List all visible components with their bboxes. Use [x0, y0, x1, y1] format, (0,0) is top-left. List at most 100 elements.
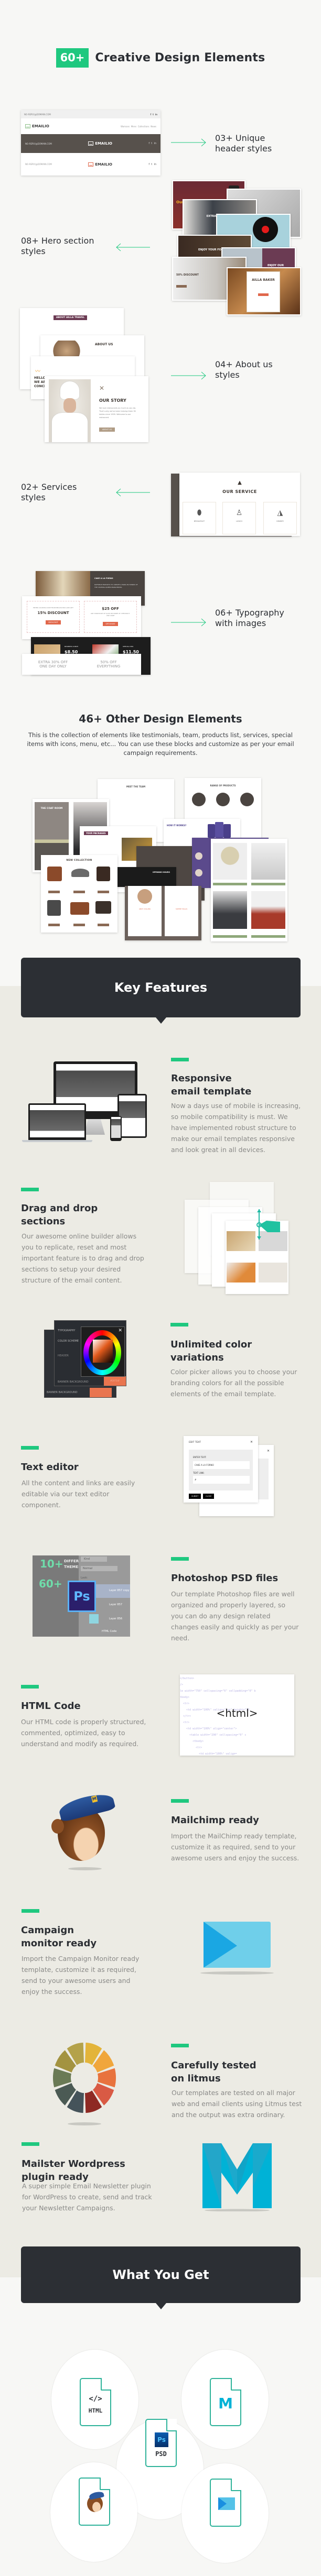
tablet — [117, 1094, 147, 1138]
close-button[interactable]: CLOSE — [203, 1494, 215, 1499]
shadow — [68, 2122, 101, 2125]
layer-row[interactable]: Layer 856 — [79, 1613, 130, 1626]
phone — [110, 1116, 122, 1141]
accent-bar — [21, 1685, 39, 1689]
accent-bar — [171, 1799, 189, 1803]
about-styles-label: 04+ About us styles — [215, 359, 273, 380]
key-features-title: Key Features — [114, 980, 208, 995]
code-line: <td width="100%" valign= — [180, 1752, 237, 1756]
member-avatar — [137, 889, 152, 904]
photoshop-logo-icon: Ps — [68, 1581, 96, 1612]
accent-bar — [22, 2142, 39, 2146]
feature-desc-text-editor: All the content and links are easily edi… — [22, 1479, 135, 1509]
close-icon[interactable]: ✕ — [250, 1440, 253, 1444]
envelope-icon — [25, 124, 30, 128]
mailchimp-icon — [86, 2491, 104, 2512]
about-story-card: ✕ OUR STORY We love restaurants as much … — [45, 376, 148, 442]
hero-styles-label: 08+ Hero section styles — [21, 236, 94, 256]
opening-hours-card: OPENING HOURS — [115, 867, 176, 887]
feature-title-mailchimp: Mailchimp ready — [171, 1815, 259, 1826]
mailster-icon — [202, 2143, 272, 2212]
team-member-card: ANDY COLLINS SOPHIE TAILAS — [125, 886, 201, 940]
key-features-banner: Key Features — [21, 958, 301, 1024]
vinyl-record-image — [253, 217, 278, 242]
other-elements-collage: MEET THE TEAM RANGE OF PRODUCTS THE COAT… — [31, 778, 294, 941]
creative-elements-heading: 60+ Creative Design Elements — [0, 48, 321, 68]
arrow-right-icon — [171, 138, 207, 147]
code-line: le width="750" cellspacing="0" cellpaddi… — [180, 1690, 256, 1693]
feature-desc-mailchimp: Import the MailChimp ready template, cus… — [171, 1832, 299, 1862]
feature-title-mailster: Mailster Wordpress plugin ready — [22, 2158, 125, 2183]
feature-title-photoshop: Photoshop PSD files — [171, 1573, 279, 1584]
feature-desc-mailster: A super simple Email Newsletter plugin f… — [22, 2182, 152, 2212]
feature-title-text-editor: Text editor — [21, 1462, 79, 1473]
other-elements-title: 46+ Other Design Elements — [79, 712, 242, 725]
link-input[interactable]: # — [193, 1476, 250, 1484]
accent-bar — [21, 1188, 39, 1191]
feature-desc-photoshop: Our template Photoshop files are well or… — [171, 1590, 299, 1642]
color-wheel-popup[interactable]: ✕ — [81, 1327, 125, 1377]
mailchimp-icon: M — [51, 1790, 116, 1872]
text-input[interactable]: CAKE A LA FORNO — [193, 1461, 250, 1469]
typography-label: 06+ Typography with images — [215, 608, 284, 628]
campaign-monitor-icon — [197, 1922, 276, 1976]
feature-desc-campaign-monitor: Import the Campaign Monitor ready templa… — [22, 1955, 140, 1996]
header-email: NO-REPLY@DOMAIN.COM — [24, 113, 51, 116]
close-icon[interactable]: ✕ — [118, 1328, 122, 1333]
arrow-right-icon — [171, 618, 207, 627]
accent-bar — [171, 1557, 189, 1561]
photoshop-image: 10+ DIFFERENT THEMES 60+ Kind Normal Lock… — [33, 1555, 130, 1637]
hue-ring[interactable] — [83, 1330, 121, 1375]
coupon-2: $25 OFF ANY PURCHASE OF $100 OR MORE AT … — [84, 601, 137, 633]
accent-bar — [21, 1446, 39, 1450]
submit-button[interactable]: SUBMIT — [189, 1494, 201, 1499]
code-line: tbody> — [180, 1696, 190, 1699]
feature-desc-drag-drop: Our awesome online builder allows you to… — [22, 1232, 144, 1284]
code-line: <td width="100%" align="center"> — [180, 1727, 237, 1730]
feature-title-color: Unlimited color variations — [170, 1339, 252, 1363]
mailster-file-icon: M — [210, 2378, 241, 2426]
header-styles-preview: NO-REPLY@DOMAIN.COM f t in EMAILIO Woman… — [21, 110, 160, 176]
feature-desc-litmus: Our templates are tested on all major we… — [172, 2089, 302, 2119]
what-you-get-banner: What You Get — [21, 2246, 301, 2309]
text-editor-image: ✕ EDIT TEXT ✕ ENTER TEXT: CAKE A LA FORN… — [184, 1436, 288, 1517]
typography-collage: CAKE A LA FORNO RAFFAELE ESPOSITO TO CRE… — [22, 571, 153, 676]
service-item-dinner: ◮ DINNER — [263, 502, 297, 534]
envelope-icon — [88, 141, 94, 146]
social-icons: f t in — [150, 113, 157, 116]
feature-title-responsive: Responsive email template — [171, 1073, 252, 1097]
drag-hand-icon[interactable] — [256, 1209, 282, 1241]
feature-desc-html: Our HTML code is properly structured, co… — [21, 1718, 146, 1748]
new-collection-card: NEW COLLECTION — [41, 855, 117, 933]
feature-title-drag-drop: Drag and drop sections — [21, 1203, 98, 1227]
feature-title-campaign-monitor: Campaign monitor ready — [21, 1925, 97, 1949]
header-style-1: EMAILIO Womans Mens Collections News — [21, 118, 160, 134]
social-icons: f t in — [148, 142, 156, 145]
what-you-get-title: What You Get — [112, 2267, 209, 2282]
coupon-1: ENTER COUPON CODE FROM BELOW BOX AND GET… — [27, 601, 80, 633]
code-line: <table width="290" cellspacing="0" c — [180, 1734, 247, 1737]
feature-title-litmus: Carefully tested on litmus — [171, 2060, 256, 2084]
chef-image — [49, 379, 91, 442]
arrow-right-icon — [171, 371, 207, 380]
arrow-left-icon — [115, 243, 151, 251]
header-nav: Womans Mens Collections News — [121, 125, 156, 128]
psd-file-icon: Ps PSD — [145, 2419, 177, 2467]
arrow-left-icon — [115, 488, 151, 497]
layer-row[interactable]: HTML Code — [79, 1627, 130, 1637]
code-line: /> — [180, 1683, 184, 1686]
fork-spoon-icon: ✕ — [99, 385, 105, 392]
html-tag-label: <html> — [216, 1707, 258, 1719]
hero-baker-card: AILLA BAKER — [227, 267, 301, 315]
header-topbar: NO-REPLY@DOMAIN.COM f t in — [21, 110, 160, 118]
service-item-lunch: ♙ LUNCH — [222, 502, 256, 534]
code-line: <tr> — [180, 1746, 202, 1749]
laptop — [28, 1103, 86, 1141]
header-style-3: NO-REPLY@DOMAIN.COM EMAILIO f t in — [21, 153, 160, 176]
accent-bar — [171, 2044, 189, 2047]
code-line: <tr> — [180, 1721, 190, 1724]
count-badge: 60+ — [56, 48, 89, 68]
feature-title-html: HTML Code — [21, 1701, 81, 1712]
cloche-icon: ▲ — [238, 480, 242, 486]
accent-bar — [22, 1909, 39, 1913]
